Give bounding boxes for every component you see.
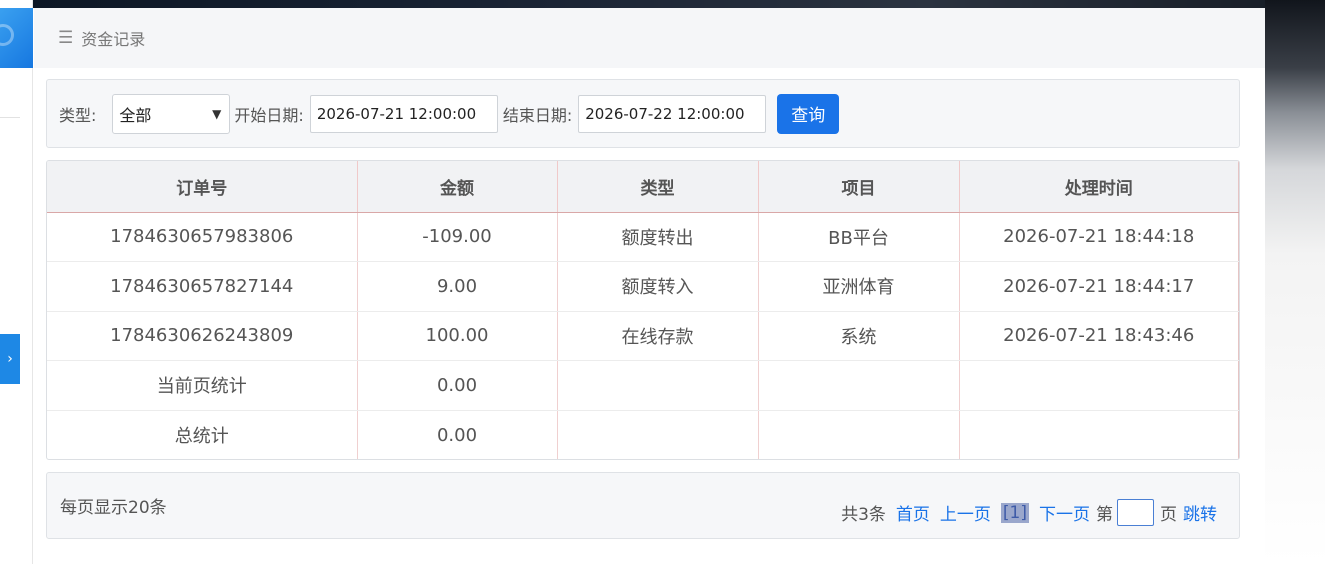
first-page-link[interactable]: 首页 — [896, 505, 930, 525]
amount-cell: 9.00 — [357, 261, 558, 312]
per-page-text: 每页显示20条 — [60, 498, 167, 518]
total-count: 共3条 — [841, 505, 886, 525]
item-cell: BB平台 — [758, 212, 960, 262]
filter-bar: 类型: 全部 ▼ 开始日期: 2026-07-21 12:00:00 结束日期:… — [46, 79, 1240, 148]
amount-cell: -109.00 — [357, 212, 558, 262]
divider — [0, 117, 20, 118]
chevron-down-icon: ▼ — [212, 106, 222, 121]
sidebar: › — [0, 0, 33, 564]
type-label: 类型: — [59, 105, 97, 125]
page-number-input[interactable] — [1117, 499, 1154, 526]
item-cell: 系统 — [758, 311, 960, 361]
start-date-label: 开始日期: — [234, 105, 304, 125]
page-header: ☰ 资金记录 — [34, 8, 1265, 68]
jump-link[interactable]: 跳转 — [1183, 505, 1217, 525]
grand-total-label: 总统计 — [47, 410, 358, 459]
page-total-row: 当前页统计 0.00 — [47, 360, 1239, 411]
column-header: 金额 — [357, 161, 558, 213]
order-id-cell: 1784630657983806 — [47, 212, 358, 262]
type-cell: 额度转出 — [557, 212, 759, 262]
prev-page-link[interactable]: 上一页 — [940, 505, 991, 525]
sidebar-toggle-button[interactable]: › — [0, 334, 20, 384]
column-header: 类型 — [557, 161, 759, 213]
pagination-nav: 共3条 首页 上一页 [1] 下一页 第 页 跳转 — [831, 499, 1217, 526]
query-button[interactable]: 查询 — [777, 93, 840, 134]
menu-icon[interactable]: ☰ — [58, 28, 73, 48]
type-cell: 额度转入 — [557, 261, 759, 312]
page-total-label: 当前页统计 — [47, 360, 358, 411]
order-id-cell: 1784630626243809 — [47, 311, 358, 361]
table-row: 1784630657983806 -109.00 额度转出 BB平台 2026-… — [47, 212, 1239, 262]
end-date-label: 结束日期: — [502, 105, 573, 125]
amount-cell: 100.00 — [357, 311, 558, 361]
end-date-value: 2026-07-22 12:00:00 — [585, 104, 745, 123]
column-header: 订单号 — [47, 161, 358, 213]
chevron-right-icon: › — [7, 351, 13, 367]
background-strip — [0, 0, 1325, 8]
type-select[interactable]: 全部 ▼ — [112, 93, 231, 134]
main-panel: ☰ 资金记录 类型: 全部 ▼ 开始日期: 2026-07-21 12:00:0… — [34, 8, 1265, 564]
start-date-input[interactable]: 2026-07-21 12:00:00 — [309, 94, 498, 133]
time-cell: 2026-07-21 18:43:46 — [959, 311, 1239, 361]
item-cell: 亚洲体育 — [758, 261, 960, 312]
time-cell: 2026-07-21 18:44:18 — [959, 212, 1239, 262]
current-page: [1] — [1000, 502, 1029, 523]
order-id-cell: 1784630657827144 — [47, 261, 358, 312]
pagination-bar: 每页显示20条 共3条 首页 上一页 [1] 下一页 第 页 跳转 — [46, 472, 1240, 539]
page-title: 资金记录 — [81, 30, 146, 49]
type-select-value: 全部 — [119, 105, 152, 125]
grand-total-value: 0.00 — [357, 410, 558, 459]
records-table: 订单号 金额 类型 项目 处理时间 1784630657983806 -109.… — [46, 160, 1240, 460]
column-header: 项目 — [758, 161, 960, 213]
table-row: 1784630657827144 9.00 额度转入 亚洲体育 2026-07-… — [47, 261, 1239, 312]
table-row: 1784630626243809 100.00 在线存款 系统 2026-07-… — [47, 311, 1239, 361]
page-total-value: 0.00 — [357, 360, 558, 411]
logo — [0, 8, 33, 68]
end-date-input[interactable]: 2026-07-22 12:00:00 — [578, 94, 767, 133]
start-date-value: 2026-07-21 12:00:00 — [316, 104, 477, 123]
next-page-link[interactable]: 下一页 — [1039, 505, 1090, 525]
time-cell: 2026-07-21 18:44:17 — [959, 261, 1239, 312]
grand-total-row: 总统计 0.00 — [47, 410, 1239, 459]
page-suffix: 页 — [1160, 505, 1177, 525]
background-edge — [1265, 0, 1325, 564]
type-cell: 在线存款 — [557, 311, 759, 361]
table-header-row: 订单号 金额 类型 项目 处理时间 — [47, 161, 1239, 213]
page-prefix: 第 — [1096, 505, 1113, 525]
column-header: 处理时间 — [959, 161, 1239, 213]
